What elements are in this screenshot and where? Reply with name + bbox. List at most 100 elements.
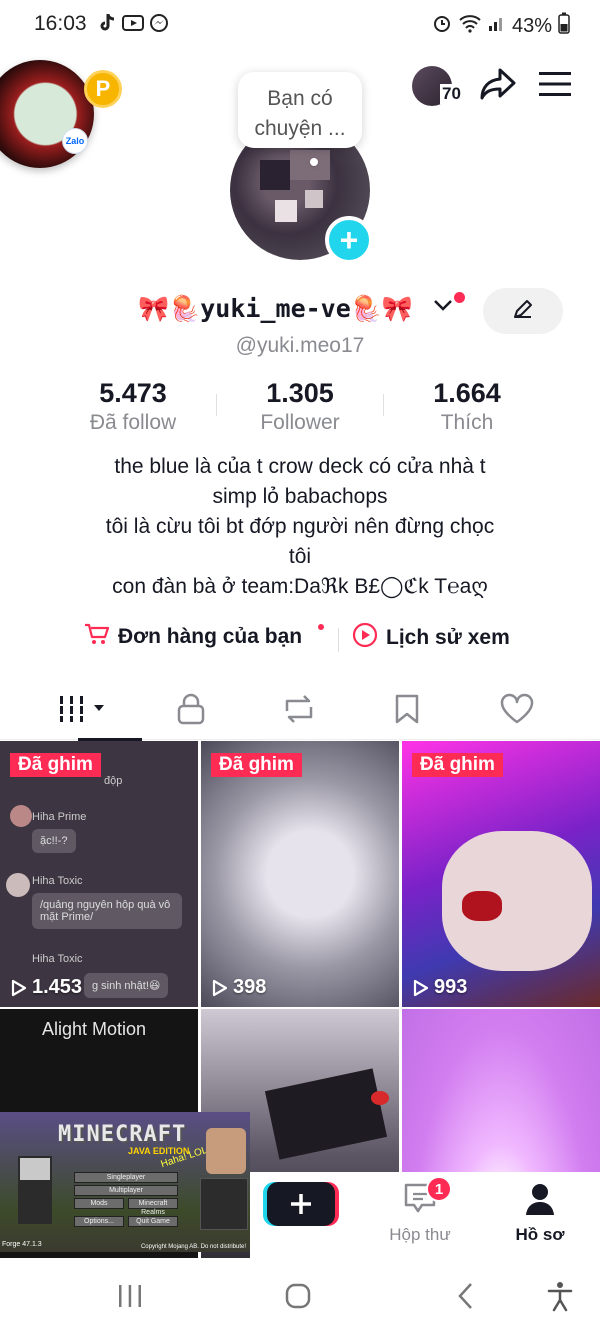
chat-text: Hiha Toxic	[32, 875, 83, 887]
menu-icon[interactable]	[538, 70, 572, 103]
chat-text: độp	[104, 775, 123, 787]
chat-avatar	[6, 873, 30, 897]
stat-value: 5.473	[99, 378, 167, 408]
view-count: 1.453	[10, 976, 82, 999]
stat-value: 1.305	[266, 378, 334, 408]
back-icon[interactable]	[446, 1278, 486, 1314]
display-name[interactable]: 🎀🪼yuki_me-ve🪼🎀	[138, 294, 413, 324]
chevron-down-icon[interactable]	[432, 294, 454, 322]
view-count-value: 1.453	[32, 976, 83, 998]
mc-version-text: Forge 47.1.3	[2, 1241, 42, 1248]
orders-label: Đơn hàng của bạn	[118, 625, 303, 648]
mc-options: Options...	[74, 1216, 124, 1227]
mc-realms: Minecraft Realms	[128, 1198, 178, 1216]
username-handle: @yuki.meo17	[235, 334, 365, 357]
tab-private[interactable]	[136, 682, 246, 740]
status-bar: 16:03 43%	[0, 0, 600, 48]
watch-history-link[interactable]: Lịch sử xem	[352, 622, 510, 654]
share-icon[interactable]	[480, 67, 516, 106]
pinned-badge: Đã ghim	[211, 753, 302, 777]
status-note-bubble[interactable]: Bạn có chuyện ...	[238, 72, 362, 166]
bio-line: con đàn bà ở team:Daℜk B£◯ℭk T℮aღ	[112, 575, 488, 598]
home-icon[interactable]	[278, 1278, 318, 1314]
stat-following[interactable]: 5.473 Đã follow	[58, 378, 208, 435]
youtube-icon	[122, 12, 144, 34]
battery-percent: 43%	[511, 14, 552, 37]
tab-favorites[interactable]	[352, 682, 462, 740]
orders-dot	[318, 624, 324, 630]
thumbnail-art	[371, 1091, 389, 1105]
bio-line: tôi là cừu tôi bt đớp người nên đừng chọ…	[105, 515, 495, 538]
points-badge[interactable]: P	[84, 70, 122, 108]
tiktok-icon	[96, 12, 118, 34]
nav-profile[interactable]: Hồ sơ	[490, 1182, 590, 1245]
stat-label: Đã follow	[89, 411, 177, 434]
video-thumbnail[interactable]: độp Hiha Prime ặc!!-? Hiha Toxic /quảng …	[0, 741, 198, 1007]
mc-multiplayer: Multiplayer	[74, 1185, 178, 1196]
chat-text: Hiha Prime	[32, 811, 87, 823]
video-thumbnail[interactable]: Đã ghim 398	[201, 741, 399, 1007]
mc-side-panel	[200, 1178, 248, 1230]
wifi-icon	[458, 13, 482, 39]
system-navigation-bar	[0, 1258, 600, 1333]
stat-value: 1.664	[433, 378, 501, 408]
tab-videos[interactable]	[28, 682, 142, 741]
plus-icon	[291, 1194, 311, 1214]
person-icon	[524, 1184, 556, 1220]
video-thumbnail[interactable]: Đã ghim 993	[402, 741, 600, 1007]
view-count-value: 398	[233, 976, 267, 998]
battery-icon	[558, 12, 570, 40]
profile-links: Đơn hàng của bạn Lịch sử xem	[0, 622, 600, 658]
mc-quit: Quit Game	[128, 1216, 178, 1227]
tab-reposts[interactable]	[244, 682, 354, 740]
nav-inbox-label: Hộp thư	[389, 1225, 451, 1244]
stat-followers[interactable]: 1.305 Follower	[225, 378, 375, 435]
floating-chat-head[interactable]: Zalo	[0, 60, 94, 168]
alarm-icon	[432, 13, 452, 39]
stat-label: Follower	[260, 411, 340, 434]
watch-history-label: Lịch sử xem	[386, 626, 510, 649]
minecraft-pip-video[interactable]: MINECRAFT JAVA EDITION Haha! LOL Singlep…	[0, 1112, 250, 1252]
mc-mods: Mods	[74, 1198, 124, 1209]
chat-bubble: /quảng nguyên hộp quà vô mặt Prime/	[32, 893, 182, 929]
profile-views-count: 70	[440, 84, 463, 104]
stat-label: Thích	[440, 411, 494, 434]
accessibility-icon[interactable]	[540, 1278, 580, 1314]
mc-singleplayer: Singleplayer	[74, 1172, 178, 1183]
view-count: 398	[211, 976, 266, 999]
chat-bubble: g sinh nhật!😆	[84, 973, 169, 998]
nav-inbox[interactable]: 1 Hộp thư	[370, 1176, 470, 1245]
chat-bubble: ặc!!-?	[32, 829, 76, 853]
streamer-facecam	[206, 1128, 246, 1174]
inbox-badge: 1	[426, 1176, 452, 1202]
bottom-navigation: 1 Hộp thư Hồ sơ	[250, 1172, 600, 1258]
profile-views-avatar[interactable]: 70	[412, 66, 463, 106]
pinned-badge: Đã ghim	[412, 753, 503, 777]
zalo-badge: Zalo	[62, 128, 88, 154]
pinned-badge: Đã ghim	[10, 753, 101, 777]
edit-profile-button[interactable]	[483, 288, 563, 334]
nav-profile-label: Hồ sơ	[515, 1225, 565, 1244]
create-post-button[interactable]	[267, 1182, 335, 1226]
mc-copyright: Copyright Mojang AB. Do not distribute!	[140, 1244, 246, 1250]
stat-likes[interactable]: 1.664 Thích	[392, 378, 542, 435]
recent-apps-icon[interactable]	[110, 1278, 150, 1314]
cart-icon	[84, 622, 110, 652]
link-separator	[338, 628, 339, 652]
play-circle-icon	[352, 622, 378, 654]
chat-text: Hiha Toxic	[32, 953, 83, 965]
minecraft-logo: MINECRAFT	[58, 1122, 187, 1147]
tab-liked[interactable]	[462, 682, 572, 740]
status-time: 16:03	[34, 12, 87, 35]
orders-link[interactable]: Đơn hàng của bạn	[84, 622, 324, 652]
thumbnail-art	[462, 891, 502, 921]
stat-divider	[383, 394, 384, 416]
bio-line: the blue là của t crow deck có cửa nhà t	[114, 455, 486, 478]
heart-icon	[499, 693, 535, 730]
notification-icons	[96, 12, 170, 34]
bookmark-icon	[393, 693, 421, 730]
add-story-button[interactable]: +	[325, 216, 373, 264]
system-indicators: 43%	[432, 12, 570, 40]
messenger-icon	[148, 12, 170, 34]
bio-line: tôi	[288, 545, 312, 568]
